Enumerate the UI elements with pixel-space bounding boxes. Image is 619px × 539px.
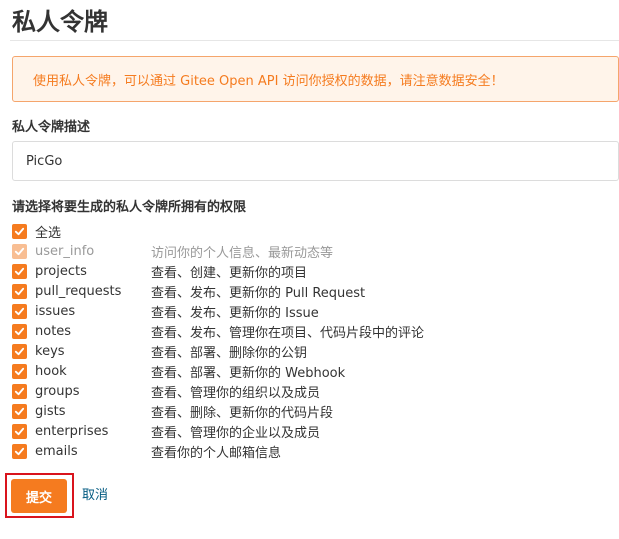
permission-description: 查看、部署、更新你的 Webhook xyxy=(151,365,346,381)
permission-checkbox[interactable] xyxy=(12,343,27,359)
permission-checkbox[interactable] xyxy=(12,443,27,459)
permission-name: hook xyxy=(35,363,67,379)
submit-button[interactable]: 提交 xyxy=(11,479,67,513)
permission-row-gists[interactable]: gists 查看、删除、更新你的代码片段 xyxy=(12,401,612,421)
check-icon xyxy=(14,307,25,315)
permission-row-pull-requests[interactable]: pull_requests 查看、发布、更新你的 Pull Request xyxy=(12,281,612,301)
check-icon xyxy=(14,327,25,335)
permission-name: issues xyxy=(35,303,76,319)
permission-checkbox[interactable] xyxy=(12,323,27,339)
check-icon xyxy=(14,407,25,415)
token-page: 私人令牌 使用私人令牌，可以通过 Gitee Open API 访问你授权的数据… xyxy=(0,0,619,539)
permission-row-user-info: user_info 访问你的个人信息、最新动态等 xyxy=(12,241,612,261)
check-icon xyxy=(14,267,25,275)
permission-row-notes[interactable]: notes 查看、发布、管理你在项目、代码片段中的评论 xyxy=(12,321,612,341)
permission-row-projects[interactable]: projects 查看、创建、更新你的项目 xyxy=(12,261,612,281)
permission-name: emails xyxy=(35,443,78,459)
permission-checkbox[interactable] xyxy=(12,403,27,419)
cancel-link[interactable]: 取消 xyxy=(82,487,108,505)
permission-checkbox[interactable] xyxy=(12,383,27,399)
permission-description: 查看、部署、删除你的公钥 xyxy=(151,345,308,361)
permission-name: enterprises xyxy=(35,423,109,439)
permission-checkbox[interactable] xyxy=(12,303,27,319)
permission-description: 查看、管理你的组织以及成员 xyxy=(151,385,321,401)
select-all-row[interactable]: 全选 xyxy=(12,221,612,241)
permission-row-keys[interactable]: keys 查看、部署、删除你的公钥 xyxy=(12,341,612,361)
permission-description: 查看、发布、更新你的 Issue xyxy=(151,305,319,321)
select-all-label: 全选 xyxy=(35,225,62,241)
permission-name: groups xyxy=(35,383,80,399)
permission-name: keys xyxy=(35,343,65,359)
permission-name: gists xyxy=(35,403,66,419)
check-icon xyxy=(14,427,25,435)
permission-checkbox[interactable] xyxy=(12,363,27,379)
check-icon xyxy=(14,227,25,235)
description-input[interactable] xyxy=(12,141,619,181)
warning-text: 使用私人令牌，可以通过 Gitee Open API 访问你授权的数据，请注意数… xyxy=(33,73,504,89)
warning-banner: 使用私人令牌，可以通过 Gitee Open API 访问你授权的数据，请注意数… xyxy=(12,56,619,102)
check-icon xyxy=(14,447,25,455)
permission-description: 访问你的个人信息、最新动态等 xyxy=(151,245,334,261)
permission-name: user_info xyxy=(35,243,95,259)
permission-description: 查看、发布、更新你的 Pull Request xyxy=(151,285,366,301)
permission-row-groups[interactable]: groups 查看、管理你的组织以及成员 xyxy=(12,381,612,401)
check-icon xyxy=(14,387,25,395)
check-icon xyxy=(14,367,25,375)
permission-checkbox[interactable] xyxy=(12,283,27,299)
permissions-label: 请选择将要生成的私人令牌所拥有的权限 xyxy=(12,200,247,215)
permission-description: 查看你的个人邮箱信息 xyxy=(151,445,282,461)
check-icon xyxy=(14,247,25,255)
permission-row-emails[interactable]: emails 查看你的个人邮箱信息 xyxy=(12,441,612,461)
check-icon xyxy=(14,347,25,355)
description-label: 私人令牌描述 xyxy=(12,120,91,135)
permission-description: 查看、删除、更新你的代码片段 xyxy=(151,405,334,421)
permission-row-issues[interactable]: issues 查看、发布、更新你的 Issue xyxy=(12,301,612,321)
permission-checkbox[interactable] xyxy=(12,423,27,439)
page-title: 私人令牌 xyxy=(12,8,108,36)
permission-row-enterprises[interactable]: enterprises 查看、管理你的企业以及成员 xyxy=(12,421,612,441)
check-icon xyxy=(14,287,25,295)
select-all-checkbox[interactable] xyxy=(12,223,27,239)
permission-description: 查看、创建、更新你的项目 xyxy=(151,265,308,281)
permission-name: projects xyxy=(35,263,87,279)
permissions-list: 全选 user_info 访问你的个人信息、最新动态等 projects 查看、创建、… xyxy=(12,221,612,461)
permission-checkbox[interactable] xyxy=(12,263,27,279)
permission-name: pull_requests xyxy=(35,283,122,299)
permission-row-hook[interactable]: hook 查看、部署、更新你的 Webhook xyxy=(12,361,612,381)
permission-description: 查看、管理你的企业以及成员 xyxy=(151,425,321,441)
permission-name: notes xyxy=(35,323,72,339)
permission-checkbox xyxy=(12,243,27,259)
permission-description: 查看、发布、管理你在项目、代码片段中的评论 xyxy=(151,325,425,341)
title-divider xyxy=(10,40,619,41)
